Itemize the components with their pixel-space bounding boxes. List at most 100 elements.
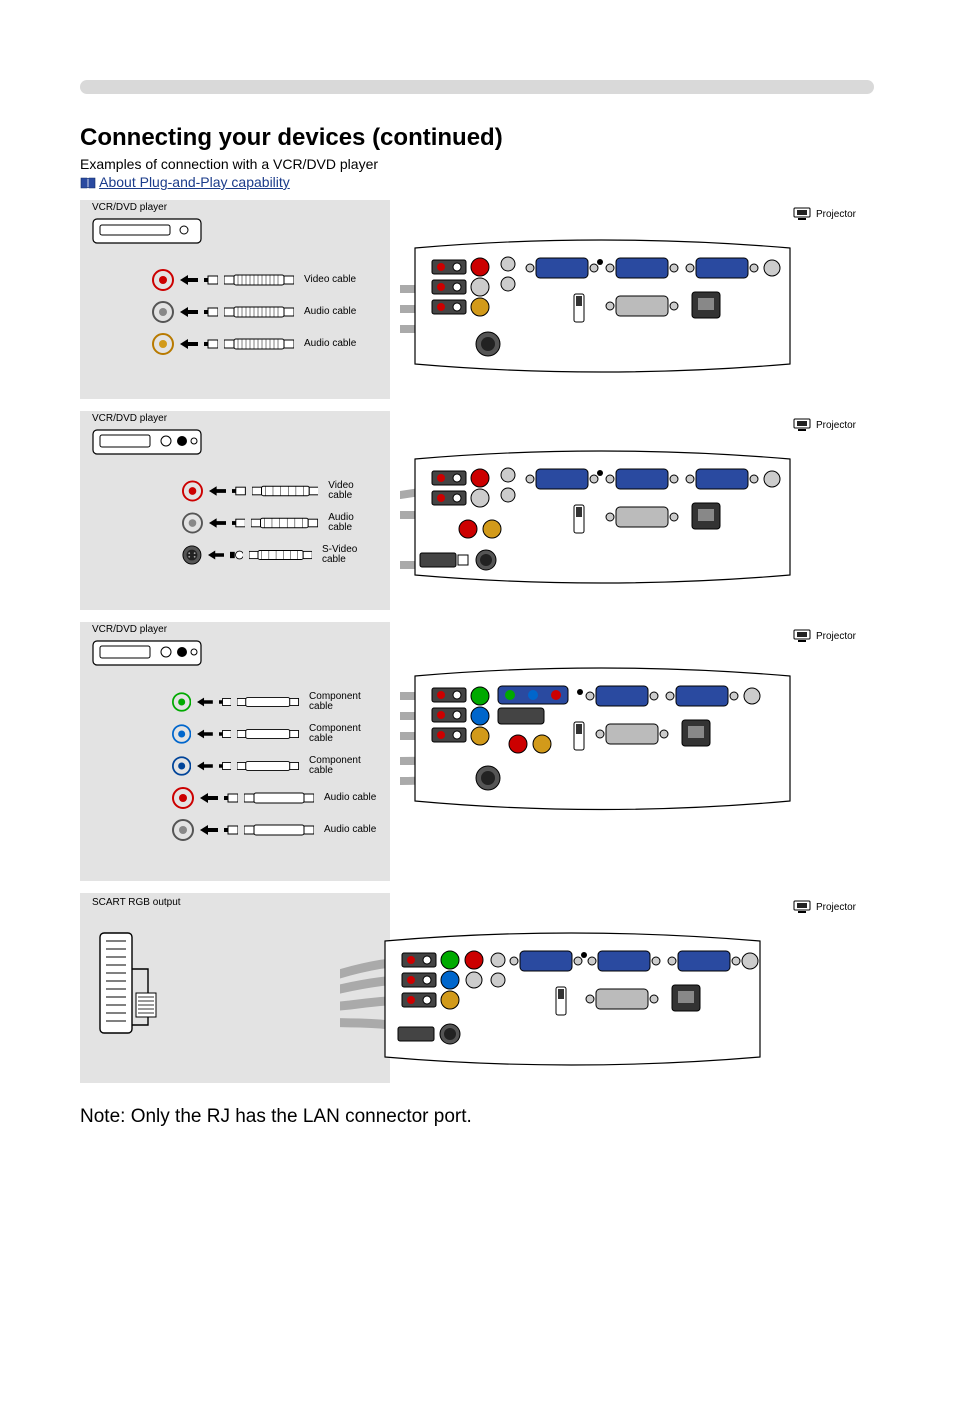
plug-icon [204, 307, 218, 317]
cable-label: Component cable [309, 724, 378, 744]
projector-label-text: Projector [816, 902, 856, 913]
arrow-left-icon [180, 275, 198, 285]
cable-icon [237, 758, 299, 774]
projector-pane: Projector [390, 411, 874, 610]
cable-icon [244, 790, 314, 806]
plug-icon [204, 339, 218, 349]
rca-jack-icon [172, 691, 191, 713]
source-pane: VCR/DVD player Video cable Audio cable [80, 411, 390, 610]
cable-row: Video cable [182, 480, 378, 502]
projector-label: Projector [792, 206, 856, 222]
plug-icon [204, 275, 218, 285]
dvd-icon [92, 429, 202, 455]
rca-jack-icon [172, 755, 191, 777]
cable-icon [244, 822, 314, 838]
diagram-block-2: VCR/DVD player Video cable Audio cable [80, 411, 874, 610]
book-icon [80, 177, 96, 189]
plug-icon [232, 486, 245, 496]
cable-label: Video cable [328, 481, 378, 501]
cable-label: Audio cable [304, 307, 356, 317]
arrow-left-icon [200, 825, 218, 835]
cross-reference-link[interactable]: About Plug-and-Play capability [99, 174, 290, 190]
cable-label: S-Video cable [322, 545, 378, 565]
cable-icon [224, 272, 294, 288]
cable-label: Video cable [304, 275, 356, 285]
projector-pane: Projector [390, 622, 874, 881]
plug-icon [219, 761, 231, 771]
projector-label: Projector [792, 417, 856, 433]
cable-icon [249, 547, 312, 563]
cross-reference: About Plug-and-Play capability [80, 174, 954, 190]
plug-icon [224, 793, 238, 803]
arrow-left-icon [208, 550, 224, 560]
cable-label: Audio cable [328, 513, 378, 533]
section-subtitle: Examples of connection with a VCR/DVD pl… [80, 156, 954, 172]
arrow-left-icon [200, 793, 218, 803]
arrow-left-icon [197, 697, 213, 707]
rca-jack-icon [152, 301, 174, 323]
diagram-block-1: VCR/DVD player Video cable Audio cable A… [80, 200, 874, 399]
arrow-left-icon [197, 729, 213, 739]
note-text: Note: Only the RJ has the LAN connector … [80, 1106, 874, 1128]
cable-row: Audio cable [172, 819, 378, 841]
projector-label-text: Projector [816, 420, 856, 431]
projector-icon [792, 206, 812, 222]
source-label: VCR/DVD player [92, 624, 167, 635]
cable-label: Audio cable [324, 825, 376, 835]
rca-jack-icon [172, 723, 191, 745]
cable-row: Component cable [172, 691, 378, 713]
cable-icon [224, 336, 294, 352]
cable-row: S-Video cable [182, 544, 378, 566]
projector-icon [792, 899, 812, 915]
rca-jack-icon [152, 333, 174, 355]
plug-icon [224, 825, 238, 835]
cable-row: Audio cable [152, 301, 378, 323]
projector-rear-panel [400, 234, 800, 384]
projector-rear-panel [400, 656, 800, 826]
cable-label: Audio cable [324, 793, 376, 803]
section-title: Connecting your devices (continued) [80, 124, 954, 152]
rca-jack-icon [182, 512, 203, 534]
cable-label: Audio cable [304, 339, 356, 349]
projector-label: Projector [792, 899, 856, 915]
projector-rear-panel [340, 927, 800, 1077]
projector-pane: Projector [390, 893, 874, 1092]
cable-row: Component cable [172, 755, 378, 777]
svideo-jack-icon [182, 544, 202, 566]
header-divider [80, 80, 874, 94]
cable-icon [237, 726, 299, 742]
source-pane: VCR/DVD player Video cable Audio cable A… [80, 200, 390, 399]
rca-jack-icon [182, 480, 203, 502]
projector-icon [792, 417, 812, 433]
rca-jack-icon [172, 787, 194, 809]
projector-icon [792, 628, 812, 644]
projector-pane: Projector [390, 200, 874, 399]
cable-row: Audio cable [152, 333, 378, 355]
plug-icon [219, 729, 231, 739]
projector-label: Projector [792, 628, 856, 644]
cable-icon [224, 304, 294, 320]
scart-icon [92, 929, 162, 1049]
cable-icon [252, 483, 319, 499]
arrow-left-icon [209, 486, 226, 496]
vcr-icon [92, 218, 202, 244]
projector-label-text: Projector [816, 209, 856, 220]
cable-row: Audio cable [172, 787, 378, 809]
arrow-left-icon [180, 307, 198, 317]
projector-rear-panel [400, 445, 800, 595]
cable-row: Component cable [172, 723, 378, 745]
cable-icon [237, 694, 299, 710]
source-label: VCR/DVD player [92, 202, 167, 213]
plug-icon [232, 518, 245, 528]
diagram-block-4: SCART RGB output Projector [80, 893, 874, 1092]
cable-row: Video cable [152, 269, 378, 291]
source-pane: VCR/DVD player Component cable Component… [80, 622, 390, 881]
projector-label-text: Projector [816, 631, 856, 642]
source-label: SCART RGB output [92, 897, 181, 908]
svideo-plug-icon [230, 550, 243, 560]
source-label: VCR/DVD player [92, 413, 167, 424]
cable-label: Component cable [309, 756, 378, 776]
plug-icon [219, 697, 231, 707]
dvd-icon [92, 640, 202, 666]
arrow-left-icon [209, 518, 226, 528]
